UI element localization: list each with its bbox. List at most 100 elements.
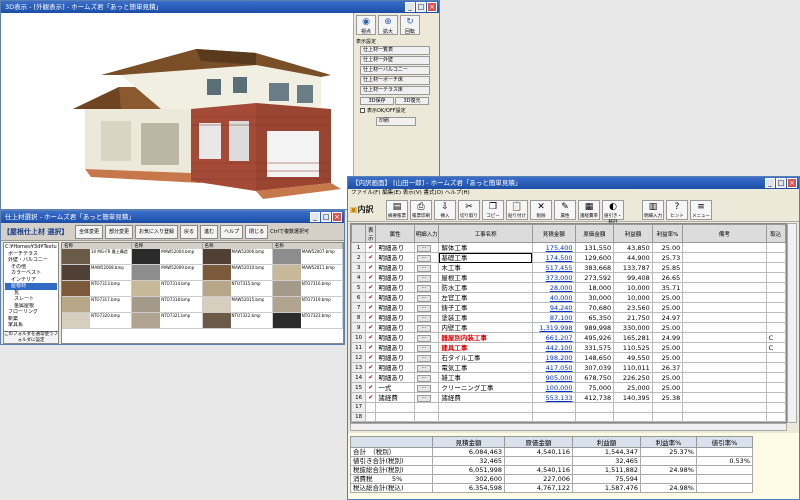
estimate-cell[interactable]: 373,000	[531, 272, 576, 283]
paste-button[interactable]: 📋 貼り付け	[506, 199, 528, 220]
estimate-cell[interactable]: 100,000	[531, 382, 576, 393]
note-cell[interactable]	[682, 302, 767, 313]
note-cell[interactable]	[682, 322, 767, 333]
work-name-cell[interactable]: 内壁工事	[438, 322, 533, 333]
material-swatch-cell[interactable]: NTO7322.bmp	[202, 313, 273, 328]
attribute-cell[interactable]: 明細あり	[375, 242, 415, 253]
material-swatch-cell[interactable]: MAW52008.bmp	[62, 265, 133, 280]
delete-button[interactable]: ✕ 削除	[530, 199, 552, 220]
discount-button[interactable]: ◐ 値引き・総計	[602, 199, 624, 225]
detail-input-button[interactable]: ···	[413, 242, 440, 253]
close-button[interactable]: ×	[787, 178, 797, 188]
3d-window-titlebar[interactable]: 3D表示 - [外観表示] - ホームズ君「あっと簡単見積」 _ □ ×	[1, 1, 439, 13]
3d-restore-button[interactable]: 3D復元	[395, 97, 429, 105]
help-button[interactable]: ヘルプ	[220, 224, 244, 239]
table-row[interactable]: 15 ✔ 一式 ··· クリーニング工事 100,000 75,000 25,000 25.00	[351, 382, 786, 393]
estimate-cell[interactable]: 1,319,998	[531, 322, 576, 333]
doc-button[interactable]: ▤ 摘要帳票	[386, 199, 408, 220]
work-name-cell[interactable]: 電気工事	[438, 362, 533, 373]
note-cell[interactable]	[682, 372, 767, 383]
detail-input-button[interactable]: ···	[413, 262, 440, 273]
material-swatch-cell[interactable]: MAW52004.bmp	[132, 249, 203, 264]
note-cell[interactable]	[682, 312, 767, 323]
table-row[interactable]: 5 ✔ 明細あり ··· 防水工事 28,000 18,000 10,000 35.71	[351, 282, 786, 293]
estimate-cell[interactable]	[531, 411, 576, 422]
display-check-icon[interactable]	[365, 402, 377, 413]
close-button[interactable]: ×	[332, 212, 342, 222]
attribute-cell[interactable]: 諸経費	[375, 392, 415, 403]
menu-bar[interactable]: ファイル(F) 編集(E) 表示(V) 書式(O) ヘルプ(H)	[348, 189, 799, 198]
estimate-cell[interactable]: 174,500	[531, 252, 576, 263]
material-swatch-cell[interactable]: MAW52011.bmp	[272, 265, 343, 280]
rotate-icon[interactable]: ↻ 回転	[400, 15, 420, 35]
minimize-button[interactable]: _	[310, 212, 320, 222]
insert-button[interactable]: ⇩ 挿入	[434, 199, 456, 220]
hint-button[interactable]: ? ヒント	[666, 199, 688, 220]
note-cell[interactable]	[682, 282, 767, 293]
estimate-cell[interactable]: 442,100	[531, 342, 576, 353]
display-check-icon[interactable]: ✔	[365, 242, 377, 253]
close-panel-button[interactable]: 閉じる	[245, 224, 269, 239]
note-cell[interactable]	[682, 352, 767, 363]
table-row[interactable]: 6 ✔ 明細あり ··· 左官工事 40,000 30,000 10,000 25.00	[351, 292, 786, 303]
attribute-cell[interactable]: 明細あり	[375, 322, 415, 333]
change-part-radio[interactable]: 部分変更	[105, 224, 134, 239]
work-name-cell[interactable]: 塗装工事	[438, 312, 533, 323]
display-toggle-checkbox[interactable]: 表示OK/OFF設定	[360, 107, 439, 114]
detail-input-button[interactable]: ···	[413, 392, 440, 403]
attribute-cell[interactable]: 明細あり	[375, 282, 415, 293]
cut-button[interactable]: ✂ 切り取り	[458, 199, 480, 220]
work-name-cell[interactable]: クリーニング工事	[438, 382, 533, 393]
estimate-cell[interactable]: 905,000	[531, 372, 576, 383]
horizontal-scrollbar[interactable]	[350, 423, 787, 431]
display-check-icon[interactable]: ✔	[365, 372, 377, 383]
display-check-icon[interactable]: ✔	[365, 252, 377, 263]
attribute-cell[interactable]: 明細あり	[375, 292, 415, 303]
note-cell[interactable]	[682, 242, 767, 253]
note-cell[interactable]	[682, 252, 767, 263]
zoom-icon[interactable]: ⊕ 拡大	[378, 15, 398, 35]
note-cell[interactable]	[682, 292, 767, 303]
display-check-icon[interactable]: ✔	[365, 262, 377, 273]
material-swatch-cell[interactable]: NTO7317.bmp	[62, 297, 133, 312]
back-button[interactable]: 戻る	[180, 224, 199, 239]
material-swatch-cell[interactable]: 10 MG-FR 最上構造	[62, 249, 133, 264]
material-swatch-cell[interactable]: MAW52006.bmp	[202, 249, 273, 264]
attr-button[interactable]: ✎ 属性	[554, 199, 576, 220]
maximize-button[interactable]: □	[416, 2, 426, 12]
material-swatch-cell[interactable]: NTO7318.bmp	[132, 297, 203, 312]
table-row[interactable]: 7 ✔ 明細あり ··· 鋳子工事 94,240 70,680 23,560 25.00	[351, 302, 786, 313]
note-cell[interactable]	[682, 382, 767, 393]
work-name-cell[interactable]: 基礎工事	[438, 252, 533, 263]
tree-item[interactable]: C:¥Homes¥3d¥Texture	[5, 244, 57, 251]
vertical-scrollbar[interactable]	[787, 223, 797, 423]
display-check-icon[interactable]: ✔	[365, 332, 377, 343]
note-cell[interactable]	[682, 402, 767, 413]
eye-icon[interactable]: ◉ 視点	[356, 15, 376, 35]
table-row[interactable]: 9 ✔ 明細あり ··· 内壁工事 1,319,998 989,998 330,000 25.0…	[351, 322, 786, 333]
3d-house-viewport[interactable]	[1, 13, 353, 209]
work-name-cell[interactable]: 雑工事	[438, 372, 533, 383]
display-check-icon[interactable]: ✔	[365, 282, 377, 293]
attribute-cell[interactable]: 明細あり	[375, 372, 415, 383]
table-row[interactable]: 4 ✔ 明細あり ··· 屋根工事 373,000 273,592 99,408 26.65	[351, 272, 786, 283]
tree-item[interactable]: 家具系	[5, 322, 57, 329]
note-cell[interactable]	[682, 362, 767, 373]
maximize-button[interactable]: □	[776, 178, 786, 188]
detail-input-button[interactable]: ···	[413, 362, 440, 373]
detail-input-button[interactable]	[413, 402, 440, 413]
material-swatch-cell[interactable]: NTO7320.bmp	[62, 313, 133, 328]
table-row[interactable]: 13 ✔ 明細あり ··· 電気工事 417,050 307,039 110,011 26.37	[351, 362, 786, 373]
table-row[interactable]: 8 ✔ 明細あり ··· 塗装工事 87,100 65,350 21,750 24.97	[351, 312, 786, 323]
3d-save-button[interactable]: 3D保存	[360, 97, 394, 105]
attribute-cell[interactable]: 一式	[375, 382, 415, 393]
attribute-cell[interactable]: 明細あり	[375, 312, 415, 323]
work-name-cell[interactable]: 器屋別内装工事	[438, 332, 533, 343]
display-check-icon[interactable]: ✔	[365, 312, 377, 323]
work-name-cell[interactable]: 解体工事	[438, 242, 533, 253]
estimate-cell[interactable]: 198,200	[531, 352, 576, 363]
copy-button[interactable]: ❐ コピー	[482, 199, 504, 220]
detail-input-button[interactable]: ···	[413, 342, 440, 353]
work-name-cell[interactable]: 屋根工事	[438, 272, 533, 283]
estimate-cell[interactable]: 175,400	[531, 242, 576, 253]
